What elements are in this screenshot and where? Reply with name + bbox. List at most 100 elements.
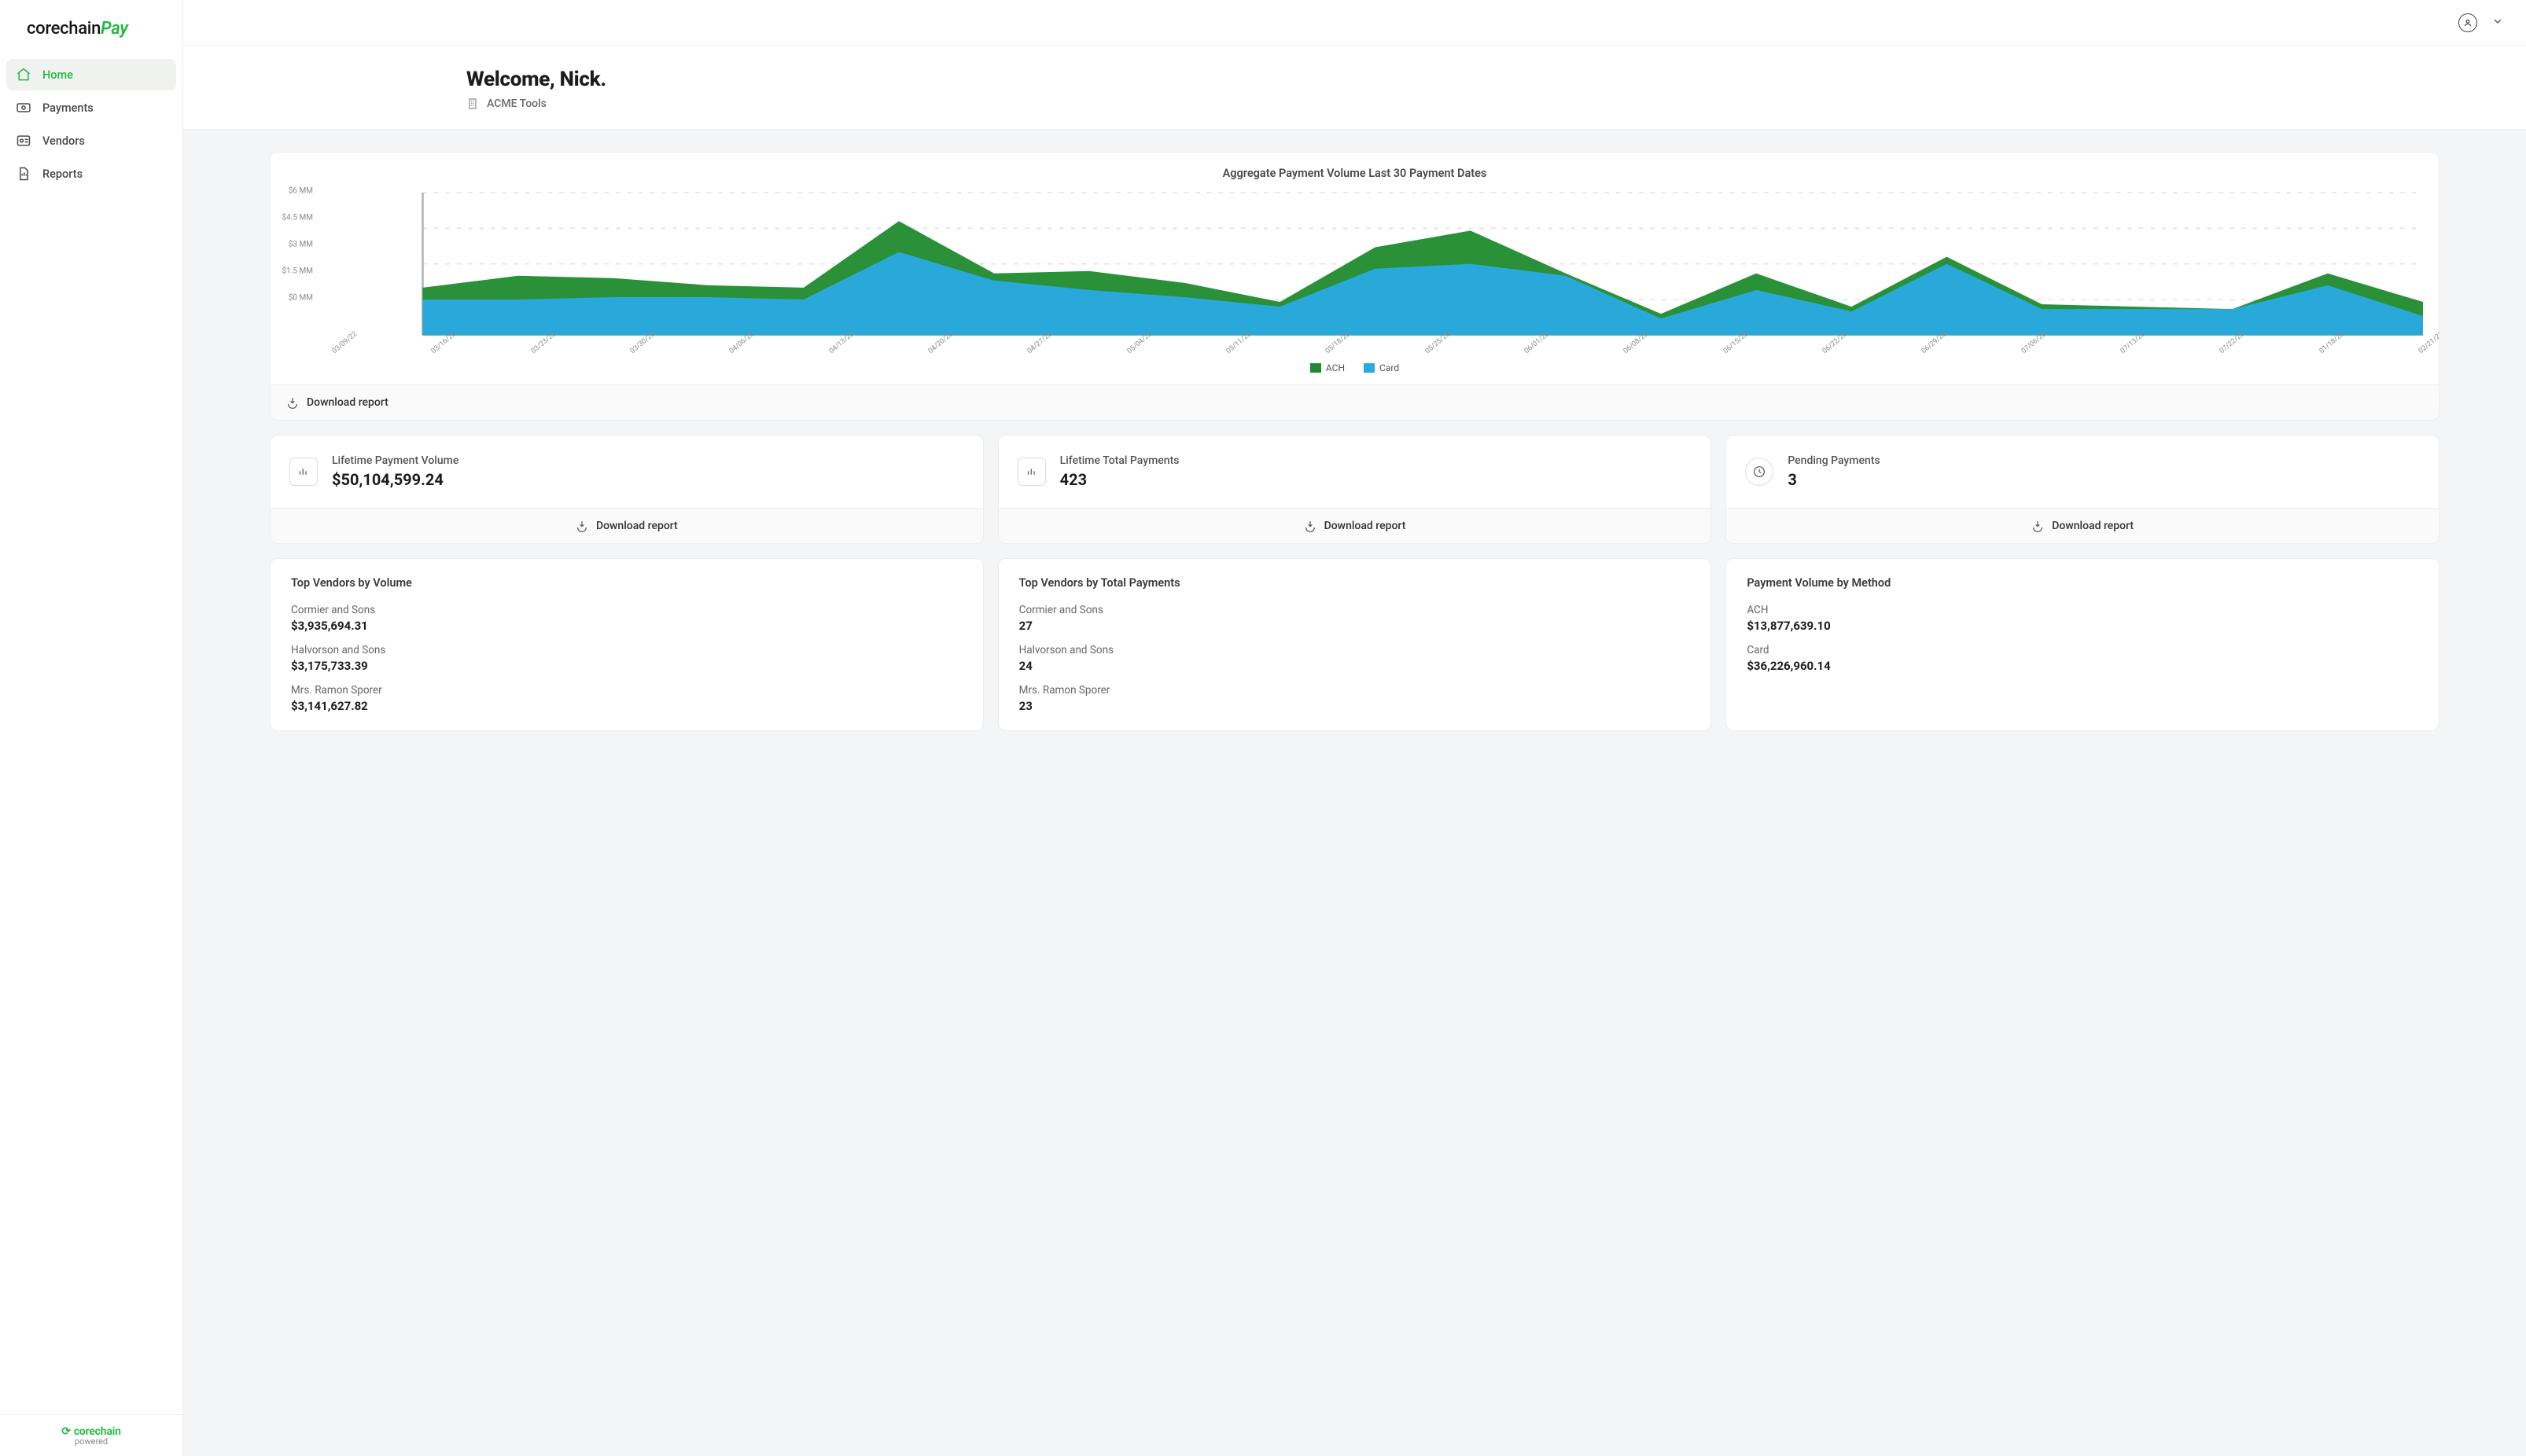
list-item-name: Halvorson and Sons bbox=[291, 644, 963, 656]
brand-part1: corechain bbox=[27, 19, 101, 39]
stats-row: Lifetime Payment Volume $50,104,599.24 D… bbox=[270, 435, 2439, 544]
chart-svg bbox=[286, 186, 2423, 344]
vendors-icon bbox=[16, 133, 31, 149]
sidebar-nav: Home Payments Vendors Reports bbox=[0, 53, 182, 196]
stat-card-pending: Pending Payments 3 Download report bbox=[1725, 435, 2439, 544]
x-tick: 06/15/22 bbox=[1725, 345, 1729, 351]
y-tick: $1.5 MM bbox=[282, 267, 313, 276]
user-menu-chevron-icon[interactable] bbox=[2491, 15, 2504, 31]
x-tick: 05/04/22 bbox=[1129, 345, 1133, 351]
stat-download-button[interactable]: Download report bbox=[271, 508, 983, 543]
x-tick: 03/09/22 bbox=[333, 345, 338, 351]
chart-area: $6 MM $4.5 MM $3 MM $1.5 MM $0 MM bbox=[271, 186, 2439, 358]
x-tick: 06/29/22 bbox=[1923, 345, 1928, 351]
stat-download-button[interactable]: Download report bbox=[1726, 508, 2439, 543]
list-item-value: $3,175,733.39 bbox=[291, 659, 963, 673]
list-title: Top Vendors by Volume bbox=[291, 576, 963, 590]
x-tick: 03/16/22 bbox=[433, 345, 437, 351]
x-tick: 04/06/22 bbox=[731, 345, 735, 351]
list-item-name: Halvorson and Sons bbox=[1019, 644, 1691, 656]
x-tick: 03/23/22 bbox=[532, 345, 537, 351]
chart-download-button[interactable]: Download report bbox=[271, 384, 2439, 420]
bar-chart-icon bbox=[289, 458, 318, 486]
list-item: Halvorson and Sons 24 bbox=[1019, 644, 1691, 673]
list-item-value: $36,226,960.14 bbox=[1747, 659, 2418, 673]
sidebar-footer: corechain powered bbox=[0, 1414, 182, 1447]
reports-icon bbox=[16, 166, 31, 182]
sidebar-item-home[interactable]: Home bbox=[6, 59, 176, 90]
list-item: ACH $13,877,639.10 bbox=[1747, 604, 2418, 633]
sidebar-item-reports[interactable]: Reports bbox=[6, 158, 176, 189]
brand-logo: corechainPay bbox=[0, 0, 182, 53]
list-item-name: Mrs. Ramon Sporer bbox=[291, 684, 963, 697]
x-tick: 07/22/22 bbox=[2221, 345, 2226, 351]
stat-value: 3 bbox=[1788, 470, 1880, 489]
list-item-value: $13,877,639.10 bbox=[1747, 619, 2418, 633]
sidebar-item-label: Reports bbox=[42, 167, 83, 181]
sidebar-item-vendors[interactable]: Vendors bbox=[6, 125, 176, 156]
list-item: Mrs. Ramon Sporer 23 bbox=[1019, 684, 1691, 713]
y-tick: $6 MM bbox=[289, 187, 313, 196]
y-tick: $0 MM bbox=[289, 294, 313, 303]
stat-download-button[interactable]: Download report bbox=[999, 508, 1711, 543]
main: Welcome, Nick. ACME Tools Aggregate Paym… bbox=[182, 0, 2526, 1456]
sidebar-item-label: Vendors bbox=[42, 134, 85, 148]
download-icon bbox=[2031, 520, 2044, 532]
company-row: ACME Tools bbox=[466, 97, 2526, 110]
home-icon bbox=[16, 67, 31, 83]
chart-title: Aggregate Payment Volume Last 30 Payment… bbox=[271, 153, 2439, 186]
download-label: Download report bbox=[307, 396, 388, 409]
topbar bbox=[182, 0, 2526, 46]
list-item-value: 23 bbox=[1019, 699, 1691, 713]
x-tick: 02/21/23 bbox=[2420, 345, 2425, 351]
powered-sub: powered bbox=[0, 1436, 182, 1447]
sidebar-item-label: Home bbox=[42, 68, 73, 82]
list-item-name: Mrs. Ramon Sporer bbox=[1019, 684, 1691, 697]
chart-legend: ACH Card bbox=[271, 358, 2439, 384]
x-tick: 06/22/22 bbox=[1824, 345, 1828, 351]
x-tick: 05/11/22 bbox=[1228, 345, 1232, 351]
sidebar-item-payments[interactable]: Payments bbox=[6, 92, 176, 123]
x-tick: 01/18/23 bbox=[2321, 345, 2325, 351]
list-item-value: 24 bbox=[1019, 659, 1691, 673]
x-tick: 06/08/22 bbox=[1625, 345, 1629, 351]
list-item-name: Cormier and Sons bbox=[1019, 604, 1691, 616]
download-icon bbox=[576, 520, 588, 532]
brand-part2: Pay bbox=[101, 19, 128, 39]
download-icon bbox=[286, 396, 299, 409]
building-icon bbox=[466, 97, 479, 110]
stat-value: $50,104,599.24 bbox=[332, 470, 458, 489]
legend-card: Card bbox=[1364, 362, 1399, 373]
legend-label: Card bbox=[1379, 362, 1399, 373]
stat-label: Lifetime Payment Volume bbox=[332, 454, 458, 467]
chart-card: Aggregate Payment Volume Last 30 Payment… bbox=[270, 152, 2439, 421]
list-item: Cormier and Sons $3,935,694.31 bbox=[291, 604, 963, 633]
welcome-heading: Welcome, Nick. bbox=[466, 68, 2526, 91]
list-title: Payment Volume by Method bbox=[1747, 576, 2418, 590]
page-header: Welcome, Nick. ACME Tools bbox=[182, 46, 2526, 130]
list-title: Top Vendors by Total Payments bbox=[1019, 576, 1691, 590]
x-tick: 05/18/22 bbox=[1327, 345, 1331, 351]
list-item-value: $3,935,694.31 bbox=[291, 619, 963, 633]
list-card-top-payments: Top Vendors by Total Payments Cormier an… bbox=[998, 558, 1712, 731]
x-tick: 03/30/22 bbox=[632, 345, 636, 351]
x-tick: 06/01/22 bbox=[1526, 345, 1530, 351]
x-tick: 07/13/22 bbox=[2122, 345, 2126, 351]
lists-row: Top Vendors by Volume Cormier and Sons $… bbox=[270, 558, 2439, 731]
sidebar: corechainPay Home Payments Vendors bbox=[0, 0, 182, 1456]
stat-value: 423 bbox=[1060, 470, 1180, 489]
list-card-top-volume: Top Vendors by Volume Cormier and Sons $… bbox=[270, 558, 984, 731]
legend-label: ACH bbox=[1326, 362, 1345, 373]
list-item-value: $3,141,627.82 bbox=[291, 699, 963, 713]
legend-ach: ACH bbox=[1310, 362, 1345, 373]
download-label: Download report bbox=[1324, 520, 1406, 532]
user-avatar-icon[interactable] bbox=[2458, 13, 2477, 32]
x-axis: 03/09/22 03/16/22 03/23/22 03/30/22 04/06/22… bbox=[286, 344, 2423, 353]
list-item: Card $36,226,960.14 bbox=[1747, 644, 2418, 673]
y-tick: $3 MM bbox=[289, 241, 313, 249]
x-tick: 07/06/22 bbox=[2023, 345, 2027, 351]
stat-card-lifetime-volume: Lifetime Payment Volume $50,104,599.24 D… bbox=[270, 435, 984, 544]
x-tick: 04/27/22 bbox=[1029, 345, 1033, 351]
x-tick: 05/25/22 bbox=[1427, 345, 1431, 351]
stat-label: Lifetime Total Payments bbox=[1060, 454, 1180, 467]
